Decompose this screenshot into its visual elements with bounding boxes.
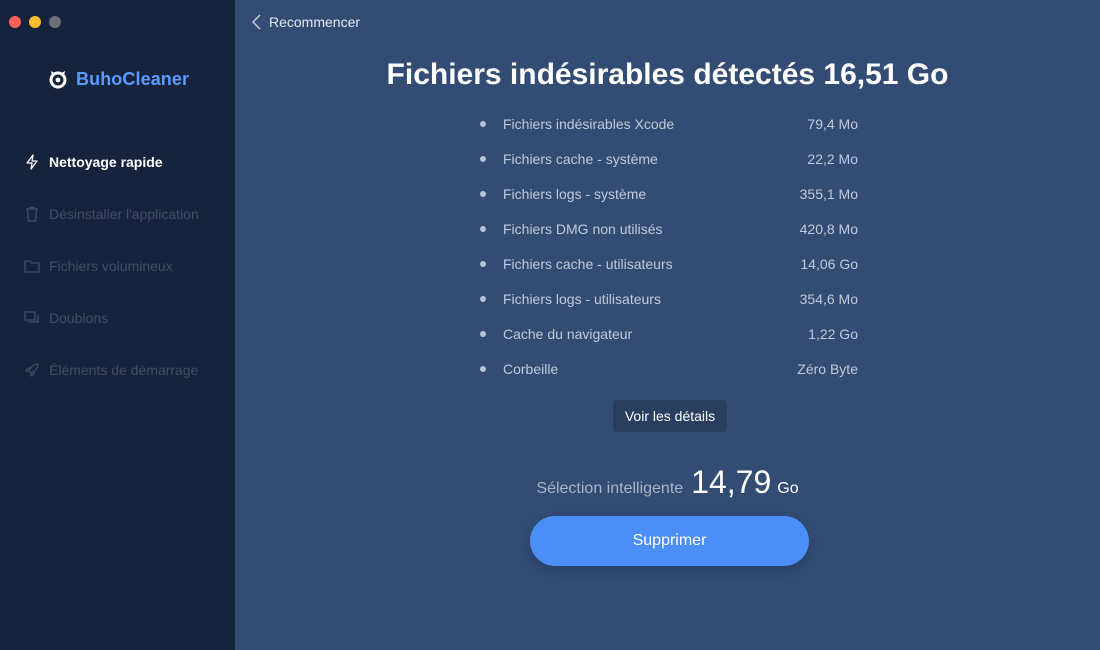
smart-selection-unit: Go	[777, 480, 799, 497]
buho-logo-icon	[49, 71, 67, 89]
restart-label: Recommencer	[269, 14, 361, 30]
item-size: Zéro Byte	[797, 360, 858, 377]
window-controls	[9, 16, 61, 28]
duplicates-icon	[24, 310, 40, 326]
sidebar-item-label: Nettoyage rapide	[49, 154, 163, 170]
list-item: Fichiers DMG non utilisés 420,8 Mo	[476, 211, 858, 246]
smart-selection-value: 14,79	[691, 464, 772, 500]
bullet-icon	[480, 120, 486, 127]
bullet-icon	[480, 260, 486, 267]
item-size: 354,6 Mo	[799, 290, 858, 307]
app-window: BuhoCleaner Nettoyage rapide Désinstalle…	[0, 0, 1100, 650]
sidebar-item-quick-clean[interactable]: Nettoyage rapide	[0, 136, 235, 188]
delete-button[interactable]: Supprimer	[530, 516, 809, 566]
list-item: Fichiers cache - système 22,2 Mo	[476, 141, 858, 176]
view-details-button[interactable]: Voir les détails	[613, 400, 727, 432]
bullet-icon	[480, 155, 486, 162]
sidebar-item-label: Éléments de démarrage	[49, 362, 199, 378]
list-item: Fichiers logs - utilisateurs 354,6 Mo	[476, 281, 858, 316]
item-size: 355,1 Mo	[799, 185, 858, 202]
main-panel: Recommencer Fichiers indésirables détect…	[235, 0, 1100, 650]
rocket-icon	[24, 362, 40, 378]
item-size: 420,8 Mo	[799, 220, 858, 237]
bullet-icon	[480, 225, 486, 232]
bullet-icon	[480, 295, 486, 302]
item-name: Fichiers cache - utilisateurs	[503, 255, 673, 272]
zoom-window-button[interactable]	[49, 16, 61, 28]
trash-icon	[24, 206, 40, 222]
sidebar-item-large-files[interactable]: Fichiers volumineux	[0, 240, 235, 292]
bullet-icon	[480, 365, 486, 372]
minimize-window-button[interactable]	[29, 16, 41, 28]
junk-file-list: Fichiers indésirables Xcode 79,4 Mo Fich…	[476, 106, 858, 386]
restart-button[interactable]: Recommencer	[252, 14, 360, 30]
sidebar-item-uninstall[interactable]: Désinstaller l'application	[0, 188, 235, 240]
bullet-icon	[480, 190, 486, 197]
sidebar-nav: Nettoyage rapide Désinstaller l'applicat…	[0, 136, 235, 396]
sidebar: BuhoCleaner Nettoyage rapide Désinstalle…	[0, 0, 235, 650]
item-name: Corbeille	[503, 360, 559, 377]
list-item: Cache du navigateur 1,22 Go	[476, 316, 858, 351]
item-name: Cache du navigateur	[503, 325, 633, 342]
page-title: Fichiers indésirables détectés 16,51 Go	[386, 58, 949, 91]
app-name: BuhoCleaner	[76, 68, 190, 89]
item-name: Fichiers logs - utilisateurs	[503, 290, 661, 307]
item-name: Fichiers indésirables Xcode	[503, 115, 675, 132]
item-size: 1,22 Go	[808, 325, 858, 342]
sidebar-item-label: Doublons	[49, 310, 109, 326]
brand: BuhoCleaner	[47, 68, 189, 90]
item-name: Fichiers logs - système	[503, 185, 647, 202]
list-item: Fichiers cache - utilisateurs 14,06 Go	[476, 246, 858, 281]
close-window-button[interactable]	[9, 16, 21, 28]
sidebar-item-duplicates[interactable]: Doublons	[0, 292, 235, 344]
item-size: 22,2 Mo	[807, 150, 858, 167]
folder-icon	[24, 258, 40, 274]
item-name: Fichiers DMG non utilisés	[503, 220, 663, 237]
list-item: Fichiers indésirables Xcode 79,4 Mo	[476, 106, 858, 141]
smart-selection: Sélection intelligente 14,79 Go	[235, 464, 1100, 501]
item-size: 79,4 Mo	[807, 115, 858, 132]
sidebar-item-label: Désinstaller l'application	[49, 206, 199, 222]
sidebar-item-startup[interactable]: Éléments de démarrage	[0, 344, 235, 396]
bullet-icon	[480, 330, 486, 337]
item-name: Fichiers cache - système	[503, 150, 658, 167]
item-size: 14,06 Go	[800, 255, 858, 272]
sidebar-item-label: Fichiers volumineux	[49, 258, 173, 274]
smart-selection-label: Sélection intelligente	[536, 480, 684, 497]
list-item: Corbeille Zéro Byte	[476, 351, 858, 386]
chevron-left-icon	[252, 14, 261, 30]
lightning-icon	[24, 154, 40, 170]
list-item: Fichiers logs - système 355,1 Mo	[476, 176, 858, 211]
